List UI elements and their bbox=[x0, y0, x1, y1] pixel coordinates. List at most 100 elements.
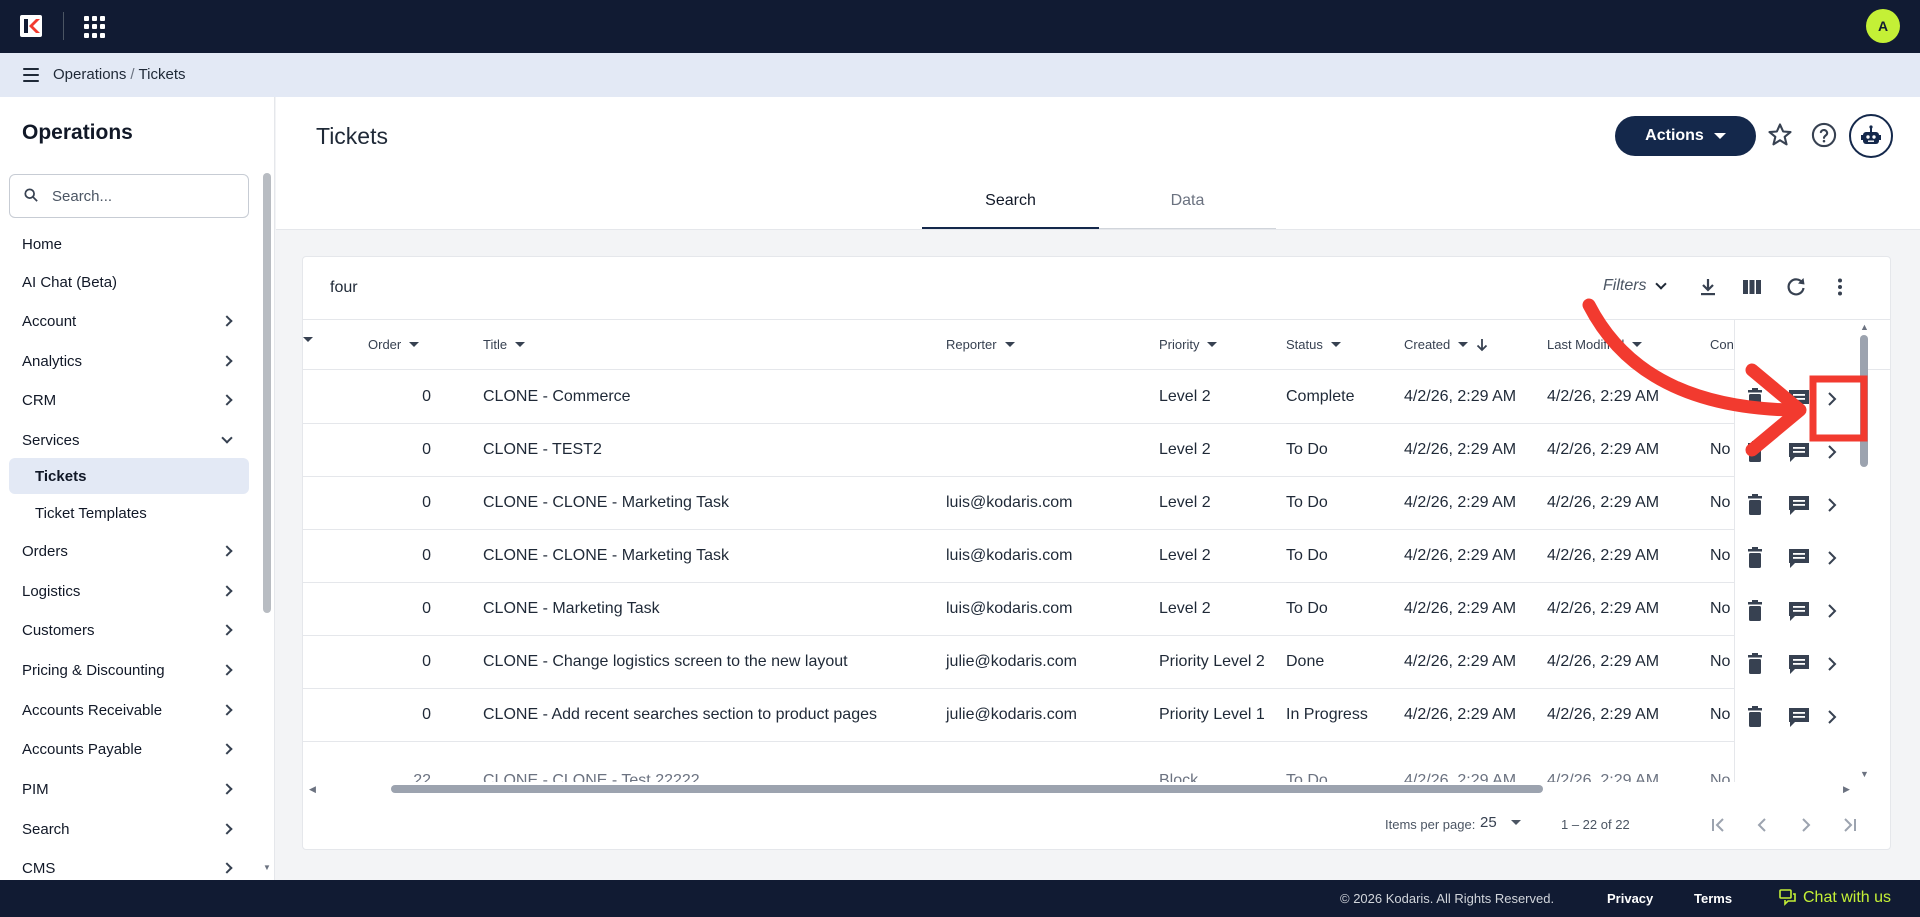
cell-order: 0 bbox=[422, 547, 431, 564]
terms-link[interactable]: Terms bbox=[1694, 891, 1732, 906]
column-header-order[interactable]: Order bbox=[368, 337, 420, 352]
chevron-right-icon[interactable] bbox=[1825, 388, 1839, 410]
sidebar-item-pricing[interactable]: Pricing & Discounting bbox=[22, 658, 237, 682]
apps-grid-icon[interactable] bbox=[84, 16, 106, 38]
next-page-icon[interactable] bbox=[1794, 813, 1818, 837]
tab-search[interactable]: Search bbox=[922, 189, 1099, 229]
sidebar-item-services[interactable]: Services bbox=[22, 428, 237, 452]
delete-icon[interactable] bbox=[1745, 441, 1765, 463]
table-row[interactable]: 0 CLONE - TEST2 Level 2 To Do 4/2/26, 2:… bbox=[303, 424, 1863, 477]
chat-button[interactable]: Chat with us bbox=[1779, 889, 1891, 907]
row-actions bbox=[1745, 371, 1865, 424]
delete-icon[interactable] bbox=[1745, 494, 1765, 516]
actions-button[interactable]: Actions bbox=[1615, 116, 1756, 156]
sidebar-subitem-tickets[interactable]: Tickets bbox=[9, 458, 249, 494]
table-row[interactable]: 0 CLONE - CLONE - Marketing Task luis@ko… bbox=[303, 530, 1863, 583]
privacy-link[interactable]: Privacy bbox=[1607, 891, 1653, 906]
sidebar-item-search[interactable]: Search bbox=[22, 817, 237, 841]
sidebar-item-customers[interactable]: Customers bbox=[22, 618, 237, 642]
table-row[interactable]: 0 CLONE - Marketing Task luis@kodaris.co… bbox=[303, 583, 1863, 636]
column-header-con[interactable]: Con bbox=[1710, 337, 1734, 352]
column-header-status[interactable]: Status bbox=[1286, 337, 1341, 352]
sidebar-item-cms[interactable]: CMS bbox=[22, 856, 237, 880]
comment-icon[interactable] bbox=[1787, 494, 1811, 516]
column-header-last-modified[interactable]: Last Modified bbox=[1547, 337, 1643, 352]
tab-data[interactable]: Data bbox=[1099, 189, 1276, 229]
sidebar-item-label: Accounts Receivable bbox=[22, 701, 163, 719]
chevron-right-icon[interactable] bbox=[1825, 547, 1839, 569]
sidebar-search-input[interactable] bbox=[52, 185, 237, 207]
scroll-up-arrow-icon[interactable]: ▲ bbox=[1860, 322, 1869, 332]
download-icon[interactable] bbox=[1696, 275, 1720, 299]
table-row-partial[interactable]: 22 CLONE - CLONE - Test 22222 Block To D… bbox=[303, 760, 1863, 782]
comment-icon[interactable] bbox=[1787, 441, 1811, 463]
chevron-right-icon[interactable] bbox=[1825, 600, 1839, 622]
column-header-reporter[interactable]: Reporter bbox=[946, 337, 1015, 352]
sidebar-item-orders[interactable]: Orders bbox=[22, 539, 237, 563]
scroll-left-arrow-icon[interactable]: ◀ bbox=[309, 784, 316, 795]
sidebar-item-logistics[interactable]: Logistics bbox=[22, 579, 237, 603]
sort-caret-icon bbox=[1207, 342, 1218, 347]
table-row[interactable]: 0 CLONE - Change logistics screen to the… bbox=[303, 636, 1863, 689]
delete-icon[interactable] bbox=[1745, 653, 1765, 675]
sidebar-item-label: AI Chat (Beta) bbox=[22, 273, 118, 291]
scroll-down-arrow-icon[interactable]: ▼ bbox=[1860, 769, 1869, 779]
sidebar-search[interactable] bbox=[9, 174, 249, 218]
actions-button-label: Actions bbox=[1645, 127, 1704, 144]
previous-page-icon[interactable] bbox=[1750, 813, 1774, 837]
hamburger-menu-icon[interactable] bbox=[23, 68, 39, 82]
comment-icon[interactable] bbox=[1787, 547, 1811, 569]
table-row[interactable]: 0 CLONE - Add recent searches section to… bbox=[303, 689, 1863, 742]
breadcrumb: Operations / Tickets bbox=[53, 66, 186, 83]
table-search-query[interactable]: four bbox=[330, 279, 358, 297]
comment-icon[interactable] bbox=[1787, 653, 1811, 675]
page-size-select[interactable]: 25 bbox=[1480, 814, 1521, 831]
scroll-right-arrow-icon[interactable]: ▶ bbox=[1843, 784, 1850, 795]
delete-icon[interactable] bbox=[1745, 600, 1765, 622]
sidebar-item-accounts-receivable[interactable]: Accounts Receivable bbox=[22, 698, 237, 722]
filters-dropdown[interactable]: Filters bbox=[1603, 277, 1667, 295]
scroll-down-arrow-icon[interactable]: ▼ bbox=[263, 863, 271, 872]
comment-icon[interactable] bbox=[1787, 600, 1811, 622]
sidebar-scrollbar[interactable] bbox=[263, 173, 271, 613]
chevron-right-icon[interactable] bbox=[1825, 653, 1839, 675]
star-icon[interactable] bbox=[1766, 121, 1794, 149]
main-content: Tickets Actions Search Data four Filters… bbox=[276, 97, 1920, 880]
column-header-priority[interactable]: Priority bbox=[1159, 337, 1218, 352]
comment-icon[interactable] bbox=[1787, 388, 1811, 410]
column-header-title[interactable]: Title bbox=[483, 337, 526, 352]
columns-icon[interactable] bbox=[1740, 275, 1764, 299]
delete-icon[interactable] bbox=[1745, 706, 1765, 728]
breadcrumb-section[interactable]: Operations bbox=[53, 66, 126, 83]
cell-created: 4/2/26, 2:29 AM bbox=[1404, 494, 1517, 511]
chevron-right-icon[interactable] bbox=[1825, 706, 1839, 728]
table-horizontal-scrollbar[interactable] bbox=[391, 785, 1543, 793]
kodaris-logo[interactable] bbox=[19, 14, 43, 38]
sidebar-item-analytics[interactable]: Analytics bbox=[22, 349, 237, 373]
cell-last-modified: 4/2/26, 2:29 AM bbox=[1547, 653, 1660, 670]
comment-icon[interactable] bbox=[1787, 706, 1811, 728]
sidebar-subitem-ticket-templates[interactable]: Ticket Templates bbox=[9, 495, 249, 531]
chevron-right-icon[interactable] bbox=[1825, 441, 1839, 463]
last-page-icon[interactable] bbox=[1838, 813, 1862, 837]
delete-icon[interactable] bbox=[1745, 547, 1765, 569]
user-avatar[interactable]: A bbox=[1866, 9, 1900, 43]
sidebar-item-crm[interactable]: CRM bbox=[22, 388, 237, 412]
column-header-label: Con bbox=[1710, 337, 1734, 352]
chevron-right-icon[interactable] bbox=[1825, 494, 1839, 516]
first-page-icon[interactable] bbox=[1706, 813, 1730, 837]
sidebar-item-pim[interactable]: PIM bbox=[22, 777, 237, 801]
table-row[interactable]: 0 CLONE - CLONE - Marketing Task luis@ko… bbox=[303, 477, 1863, 530]
sort-caret-icon[interactable] bbox=[303, 337, 313, 342]
column-header-created[interactable]: Created bbox=[1404, 337, 1488, 352]
sidebar-item-ai-chat[interactable]: AI Chat (Beta) bbox=[22, 270, 237, 294]
refresh-icon[interactable] bbox=[1784, 275, 1808, 299]
sidebar-item-account[interactable]: Account bbox=[22, 309, 237, 333]
delete-icon[interactable] bbox=[1745, 388, 1765, 410]
table-row[interactable]: 0 CLONE - Commerce Level 2 Complete 4/2/… bbox=[303, 371, 1863, 424]
sidebar-item-home[interactable]: Home bbox=[22, 232, 237, 256]
help-icon[interactable] bbox=[1810, 121, 1838, 149]
ai-assistant-button[interactable] bbox=[1849, 114, 1893, 158]
more-vertical-icon[interactable] bbox=[1828, 275, 1852, 299]
sidebar-item-accounts-payable[interactable]: Accounts Payable bbox=[22, 737, 237, 761]
